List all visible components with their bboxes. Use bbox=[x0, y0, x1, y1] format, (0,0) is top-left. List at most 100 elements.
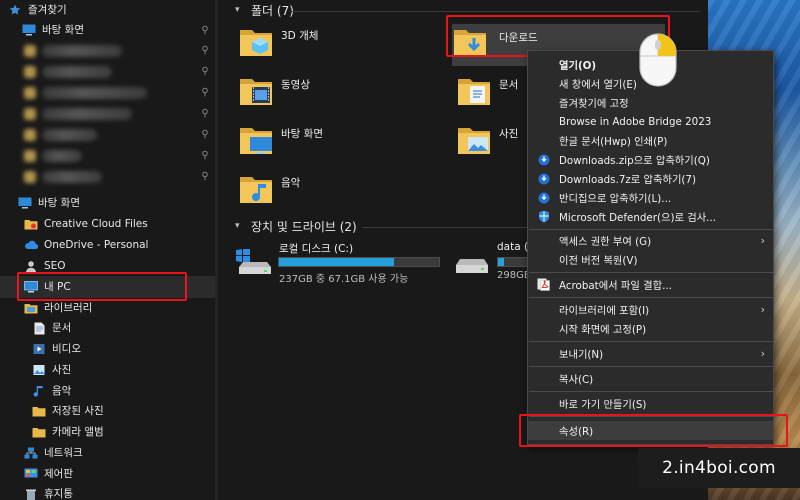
menu-item-defender-scan[interactable]: Microsoft Defender(으)로 검사... bbox=[528, 207, 773, 226]
folder-tile-desktop[interactable]: 바탕 화면 bbox=[238, 122, 428, 166]
nav-quick-access-label: 즐겨찾기 bbox=[28, 4, 67, 16]
drive-usage-fill bbox=[279, 258, 395, 266]
folders-group-header[interactable]: ▾ 폴더 (7) bbox=[235, 2, 294, 18]
menu-separator bbox=[529, 366, 774, 367]
menu-item-pin-start[interactable]: 시작 화면에 고정(P) bbox=[528, 319, 773, 338]
pin-icon[interactable]: ⚲ bbox=[200, 150, 210, 162]
folder-label: 3D 개체 bbox=[281, 30, 319, 42]
blurred-folder-icon bbox=[24, 108, 36, 120]
menu-item-label: 이전 버전 복원(V) bbox=[559, 255, 638, 267]
menu-item-label: Browse in Adobe Bridge 2023 bbox=[559, 115, 712, 128]
cloud-icon bbox=[24, 238, 38, 252]
menu-item-give-access[interactable]: 액세스 권한 부여 (G) › bbox=[528, 231, 773, 250]
blurred-entry bbox=[42, 108, 132, 120]
drives-group-title: 장치 및 드라이브 (2) bbox=[251, 219, 357, 234]
pin-icon[interactable]: ⚲ bbox=[200, 129, 210, 141]
nav-quick-desktop[interactable]: 바탕 화면 bbox=[22, 20, 84, 40]
menu-item-properties[interactable]: 속성(R) bbox=[528, 421, 773, 440]
nav-network[interactable]: 네트워크 bbox=[24, 443, 83, 463]
document-icon bbox=[32, 321, 46, 335]
nav-lib-camera-roll[interactable]: 카메라 앨범 bbox=[32, 422, 104, 442]
pin-icon[interactable]: ⚲ bbox=[200, 45, 210, 57]
drives-group-header[interactable]: ▾ 장치 및 드라이브 (2) bbox=[235, 218, 357, 234]
menu-item-acrobat-combine[interactable]: Acrobat에서 파일 결합... bbox=[528, 275, 773, 294]
menu-item-send-to[interactable]: 보내기(N) › bbox=[528, 344, 773, 363]
windows-drive-icon bbox=[236, 249, 271, 274]
nav-lib-videos[interactable]: 비디오 bbox=[32, 339, 81, 359]
menu-item-copy[interactable]: 복사(C) bbox=[528, 369, 773, 388]
nav-control-panel-label: 제어판 bbox=[44, 468, 73, 480]
folder-label: 동영상 bbox=[281, 79, 310, 91]
nav-lib-videos-label: 비디오 bbox=[52, 343, 81, 355]
drive-tile-data[interactable]: data ( 298GB bbox=[455, 241, 535, 287]
menu-item-compress-zip[interactable]: Downloads.zip으로 압축하기(Q) bbox=[528, 150, 773, 169]
folder-icon bbox=[24, 217, 38, 231]
menu-item-label: Microsoft Defender(으)로 검사... bbox=[559, 212, 717, 224]
menu-item-adobe-bridge[interactable]: Browse in Adobe Bridge 2023 bbox=[528, 112, 773, 131]
pin-icon[interactable]: ⚲ bbox=[200, 66, 210, 78]
chevron-right-icon: › bbox=[760, 234, 765, 247]
nav-seo[interactable]: SEO bbox=[24, 256, 66, 276]
computer-icon bbox=[24, 280, 38, 294]
menu-item-label: 즐겨찾기에 고정 bbox=[559, 98, 629, 110]
folders-group-title: 폴더 (7) bbox=[251, 3, 294, 18]
drive-free-space: 237GB 중 67.1GB 사용 가능 bbox=[279, 274, 409, 285]
music-folder-icon bbox=[240, 177, 272, 203]
3d-objects-folder-icon bbox=[240, 30, 272, 56]
documents-folder-icon bbox=[458, 79, 490, 105]
nav-seo-label: SEO bbox=[44, 260, 66, 272]
menu-item-restore-versions[interactable]: 이전 버전 복원(V) bbox=[528, 250, 773, 269]
drive-name: 로컬 디스크 (C:) bbox=[279, 243, 354, 255]
folder-tile-3d-objects[interactable]: 3D 개체 bbox=[238, 24, 428, 68]
nav-recycle-bin[interactable]: 휴지통 bbox=[24, 484, 73, 500]
menu-item-label: Acrobat에서 파일 결합... bbox=[559, 280, 672, 292]
blurred-folder-icon bbox=[24, 66, 36, 78]
video-icon bbox=[32, 342, 46, 356]
drive-usage-bar bbox=[278, 257, 440, 267]
bandizip-icon bbox=[537, 191, 550, 204]
nav-libraries[interactable]: 라이브러리 bbox=[24, 298, 92, 318]
folder-label: 문서 bbox=[499, 79, 519, 91]
nav-quick-access[interactable]: 즐겨찾기 bbox=[8, 0, 67, 20]
nav-lib-saved-pictures[interactable]: 저장된 사진 bbox=[32, 401, 104, 421]
pin-icon[interactable]: ⚲ bbox=[200, 108, 210, 120]
menu-item-label: 시작 화면에 고정(P) bbox=[559, 324, 647, 336]
nav-lib-camera-roll-label: 카메라 앨범 bbox=[52, 426, 104, 438]
menu-item-hwp-print[interactable]: 한글 문서(Hwp) 인쇄(P) bbox=[528, 131, 773, 150]
menu-item-create-shortcut[interactable]: 바로 가기 만들기(S) bbox=[528, 394, 773, 413]
nav-lib-documents[interactable]: 문서 bbox=[32, 318, 71, 338]
menu-item-label: 보내기(N) bbox=[559, 349, 604, 361]
folder-label: 다운로드 bbox=[499, 32, 538, 44]
control-panel-icon bbox=[24, 467, 38, 481]
nav-desktop-root[interactable]: 바탕 화면 bbox=[18, 193, 80, 213]
drive-free-space: 298GB bbox=[497, 270, 531, 281]
pin-icon[interactable]: ⚲ bbox=[200, 25, 210, 37]
menu-item-label: 액세스 권한 부여 (G) bbox=[559, 236, 652, 248]
blurred-folder-icon bbox=[24, 87, 36, 99]
menu-item-compress-bandizip[interactable]: 반디집으로 압축하기(L)... bbox=[528, 188, 773, 207]
drive-tile-c[interactable]: 로컬 디스크 (C:) 237GB 중 67.1GB 사용 가능 bbox=[236, 241, 446, 287]
nav-lib-pictures[interactable]: 사진 bbox=[32, 360, 71, 380]
pin-icon[interactable]: ⚲ bbox=[200, 171, 210, 183]
menu-item-label: 반디집으로 압축하기(L)... bbox=[559, 193, 672, 205]
folder-tile-videos[interactable]: 동영상 bbox=[238, 73, 428, 117]
nav-lib-music[interactable]: 음악 bbox=[32, 381, 71, 401]
menu-separator bbox=[529, 391, 774, 392]
menu-item-include-library[interactable]: 라이브러리에 포함(I) › bbox=[528, 300, 773, 319]
menu-item-label: Downloads.7z로 압축하기(7) bbox=[559, 174, 697, 186]
blurred-entry bbox=[42, 45, 122, 57]
library-icon bbox=[24, 301, 38, 315]
pin-icon[interactable]: ⚲ bbox=[200, 87, 210, 99]
nav-libraries-label: 라이브러리 bbox=[44, 302, 93, 314]
folder-label: 사진 bbox=[499, 128, 519, 140]
nav-this-pc-label: 내 PC bbox=[44, 281, 71, 293]
folder-tile-music[interactable]: 음악 bbox=[238, 171, 428, 215]
nav-creative-cloud[interactable]: Creative Cloud Files bbox=[24, 214, 148, 234]
star-icon bbox=[8, 3, 22, 17]
menu-item-pin-quick-access[interactable]: 즐겨찾기에 고정 bbox=[528, 93, 773, 112]
nav-onedrive[interactable]: OneDrive - Personal bbox=[24, 235, 148, 255]
blurred-entry bbox=[42, 171, 102, 183]
nav-control-panel[interactable]: 제어판 bbox=[24, 464, 73, 484]
menu-item-compress-7z[interactable]: Downloads.7z로 압축하기(7) bbox=[528, 169, 773, 188]
nav-this-pc[interactable]: 내 PC bbox=[24, 277, 71, 297]
